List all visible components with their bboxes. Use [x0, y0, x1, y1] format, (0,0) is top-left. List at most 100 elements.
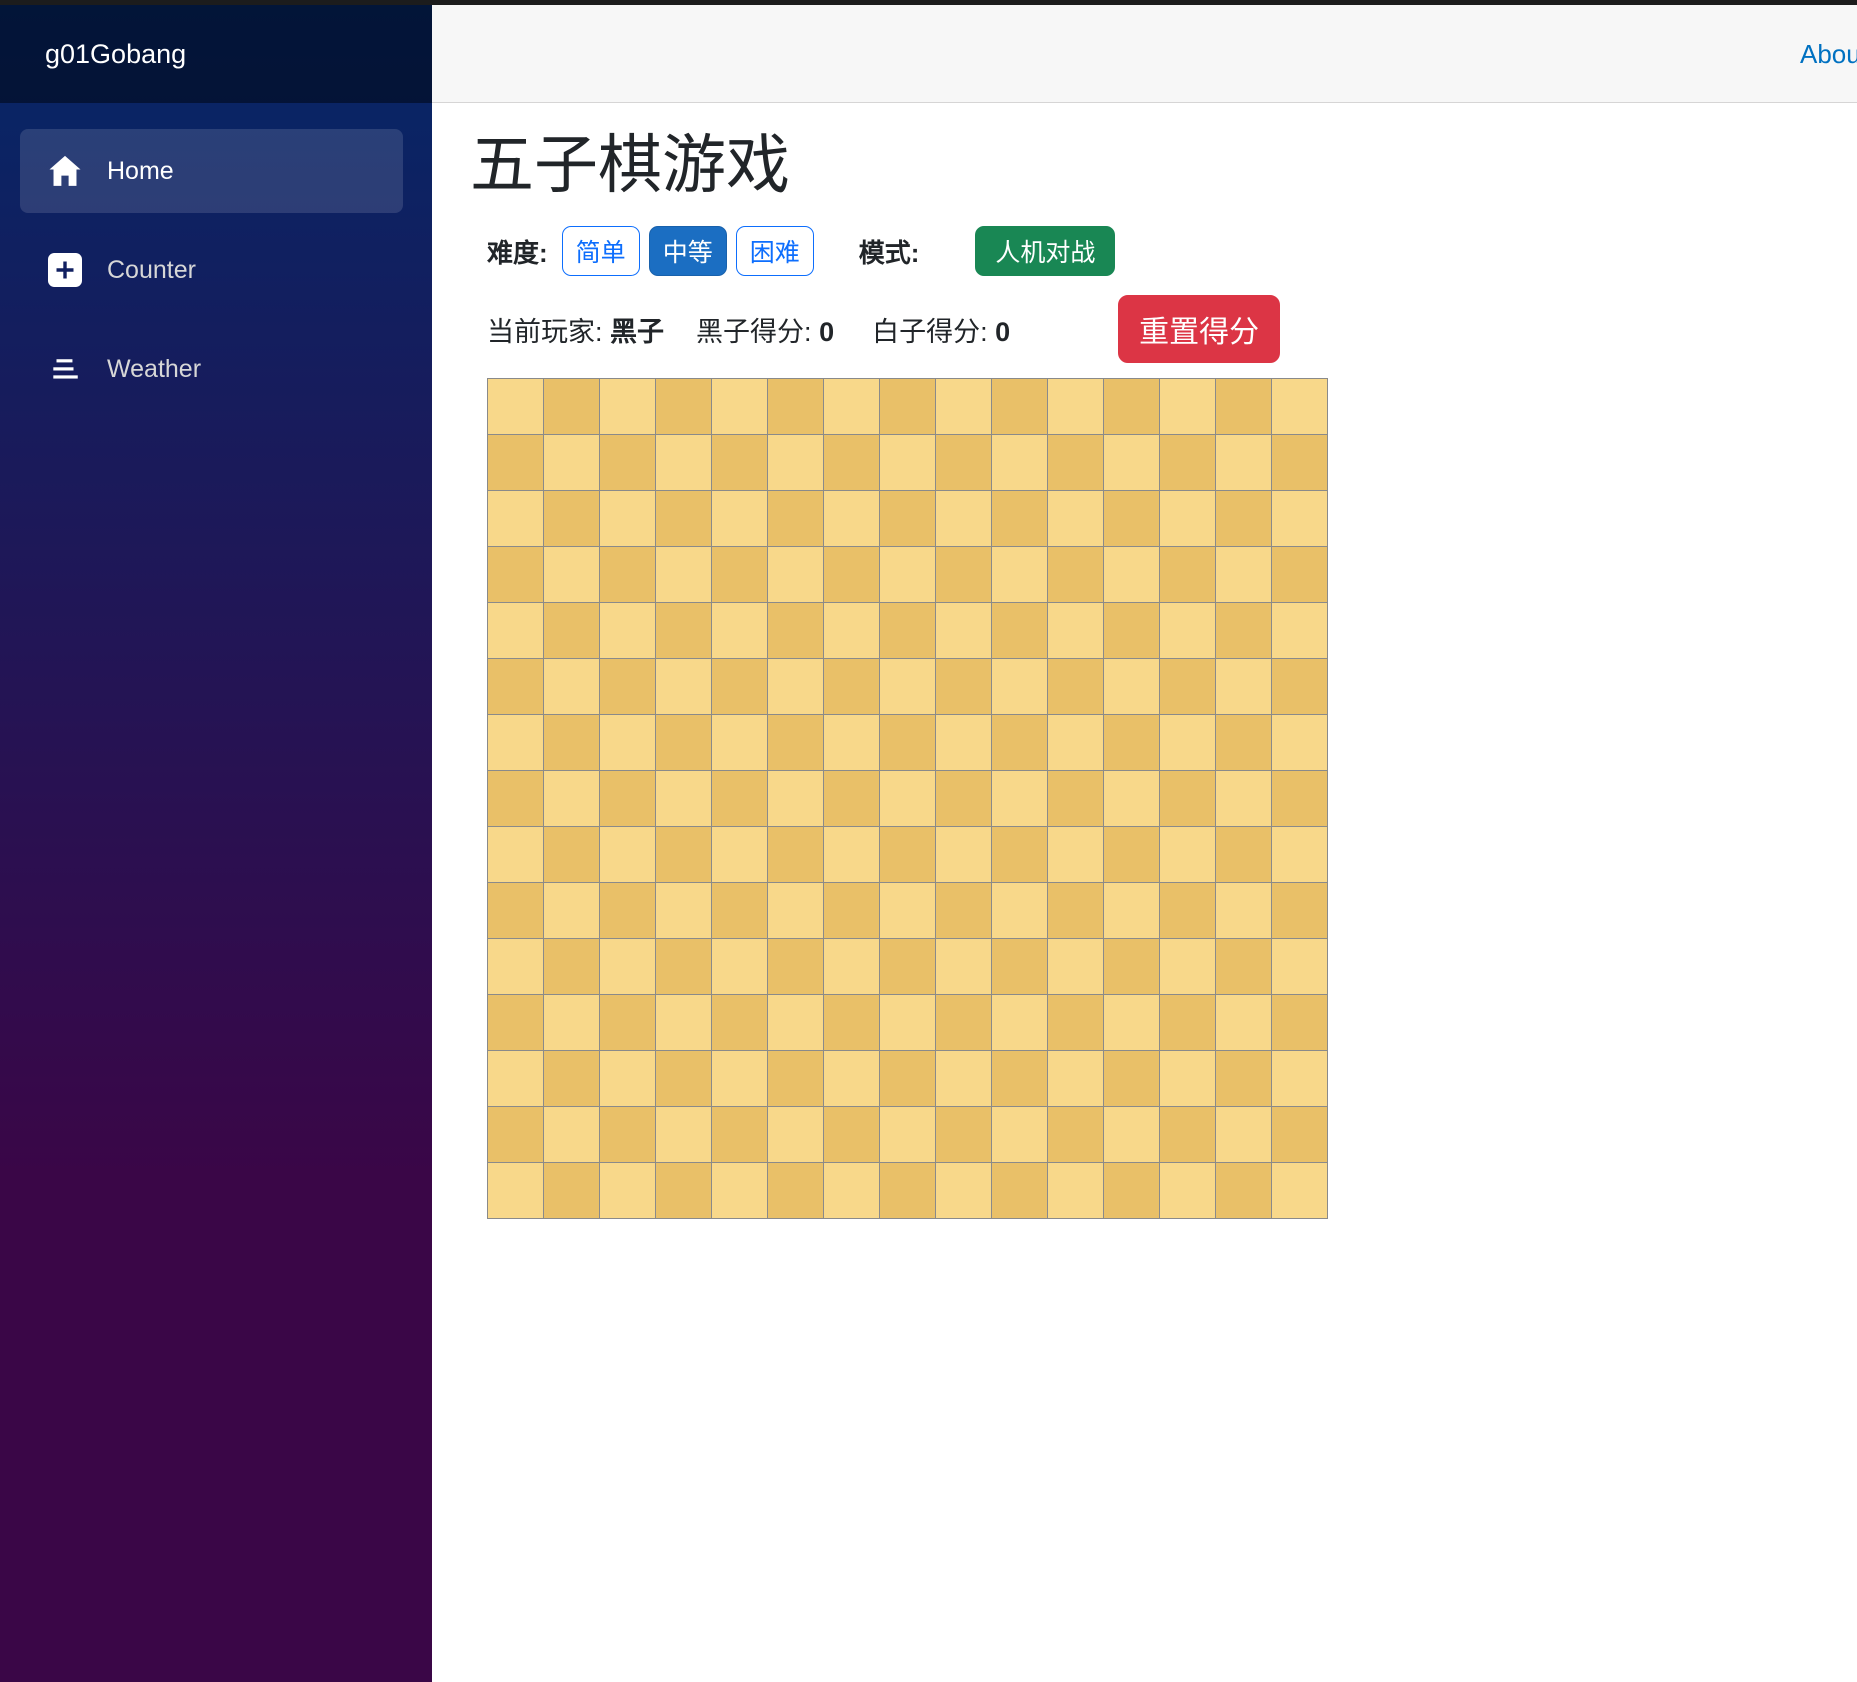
board-cell[interactable]: [544, 491, 599, 546]
board-cell[interactable]: [1048, 659, 1103, 714]
board-cell[interactable]: [488, 379, 543, 434]
board-cell[interactable]: [544, 547, 599, 602]
board-cell[interactable]: [1160, 939, 1215, 994]
board-cell[interactable]: [936, 379, 991, 434]
board-cell[interactable]: [488, 771, 543, 826]
board-cell[interactable]: [1272, 715, 1327, 770]
board-cell[interactable]: [992, 491, 1047, 546]
board-cell[interactable]: [712, 659, 767, 714]
board-cell[interactable]: [1272, 995, 1327, 1050]
board-cell[interactable]: [544, 883, 599, 938]
board-cell[interactable]: [1216, 491, 1271, 546]
board-cell[interactable]: [936, 1051, 991, 1106]
board-cell[interactable]: [1048, 435, 1103, 490]
board-cell[interactable]: [600, 939, 655, 994]
board-cell[interactable]: [600, 659, 655, 714]
board-cell[interactable]: [488, 1051, 543, 1106]
board-cell[interactable]: [880, 1163, 935, 1218]
board-cell[interactable]: [992, 379, 1047, 434]
board-cell[interactable]: [544, 939, 599, 994]
board-cell[interactable]: [936, 939, 991, 994]
board-cell[interactable]: [1048, 1163, 1103, 1218]
board-cell[interactable]: [1216, 939, 1271, 994]
board-cell[interactable]: [600, 1107, 655, 1162]
board-cell[interactable]: [1160, 603, 1215, 658]
board-cell[interactable]: [768, 995, 823, 1050]
board-cell[interactable]: [880, 491, 935, 546]
board-cell[interactable]: [712, 547, 767, 602]
board-cell[interactable]: [544, 1107, 599, 1162]
board-cell[interactable]: [936, 603, 991, 658]
board-cell[interactable]: [1160, 379, 1215, 434]
board-cell[interactable]: [936, 995, 991, 1050]
board-cell[interactable]: [824, 995, 879, 1050]
board-cell[interactable]: [1216, 547, 1271, 602]
board-cell[interactable]: [488, 547, 543, 602]
board-cell[interactable]: [1216, 771, 1271, 826]
board-cell[interactable]: [1160, 659, 1215, 714]
board-cell[interactable]: [488, 827, 543, 882]
about-link[interactable]: About: [1800, 5, 1857, 103]
board-cell[interactable]: [768, 771, 823, 826]
board-cell[interactable]: [1048, 883, 1103, 938]
board-cell[interactable]: [936, 715, 991, 770]
difficulty-easy-button[interactable]: 简单: [562, 226, 640, 276]
board-cell[interactable]: [600, 883, 655, 938]
board-cell[interactable]: [712, 883, 767, 938]
board-cell[interactable]: [880, 827, 935, 882]
board-cell[interactable]: [600, 771, 655, 826]
board-cell[interactable]: [1160, 491, 1215, 546]
board-cell[interactable]: [1272, 435, 1327, 490]
board-cell[interactable]: [936, 827, 991, 882]
board-cell[interactable]: [712, 827, 767, 882]
sidebar-item-counter[interactable]: Counter: [20, 228, 403, 312]
board-cell[interactable]: [880, 883, 935, 938]
board-cell[interactable]: [544, 379, 599, 434]
board-cell[interactable]: [488, 1163, 543, 1218]
board-cell[interactable]: [600, 715, 655, 770]
board-cell[interactable]: [768, 1051, 823, 1106]
board-cell[interactable]: [1104, 771, 1159, 826]
board-cell[interactable]: [1104, 659, 1159, 714]
board-cell[interactable]: [1272, 603, 1327, 658]
board-cell[interactable]: [1216, 827, 1271, 882]
board-cell[interactable]: [880, 1051, 935, 1106]
board-cell[interactable]: [1160, 715, 1215, 770]
board-cell[interactable]: [1160, 995, 1215, 1050]
board-cell[interactable]: [600, 1051, 655, 1106]
board-cell[interactable]: [824, 491, 879, 546]
board-cell[interactable]: [1272, 379, 1327, 434]
board-cell[interactable]: [824, 379, 879, 434]
board-cell[interactable]: [1104, 939, 1159, 994]
board-cell[interactable]: [712, 771, 767, 826]
board-cell[interactable]: [824, 659, 879, 714]
board-cell[interactable]: [1272, 659, 1327, 714]
board-cell[interactable]: [824, 939, 879, 994]
board-cell[interactable]: [1216, 883, 1271, 938]
board-cell[interactable]: [488, 995, 543, 1050]
board-cell[interactable]: [1104, 491, 1159, 546]
board-cell[interactable]: [992, 659, 1047, 714]
board-cell[interactable]: [1048, 379, 1103, 434]
board-cell[interactable]: [992, 435, 1047, 490]
board-cell[interactable]: [1216, 1051, 1271, 1106]
board-cell[interactable]: [936, 435, 991, 490]
board-cell[interactable]: [488, 435, 543, 490]
board-cell[interactable]: [712, 603, 767, 658]
board-cell[interactable]: [1048, 715, 1103, 770]
board-cell[interactable]: [824, 1163, 879, 1218]
board-cell[interactable]: [1104, 379, 1159, 434]
board-cell[interactable]: [936, 547, 991, 602]
board-cell[interactable]: [824, 1051, 879, 1106]
board-cell[interactable]: [656, 771, 711, 826]
board-cell[interactable]: [1216, 715, 1271, 770]
board-cell[interactable]: [1048, 1051, 1103, 1106]
board-cell[interactable]: [656, 1051, 711, 1106]
board-cell[interactable]: [768, 883, 823, 938]
board-cell[interactable]: [992, 995, 1047, 1050]
board-cell[interactable]: [488, 1107, 543, 1162]
board-cell[interactable]: [1048, 1107, 1103, 1162]
board-cell[interactable]: [1216, 379, 1271, 434]
board-cell[interactable]: [1048, 771, 1103, 826]
board-cell[interactable]: [992, 1051, 1047, 1106]
